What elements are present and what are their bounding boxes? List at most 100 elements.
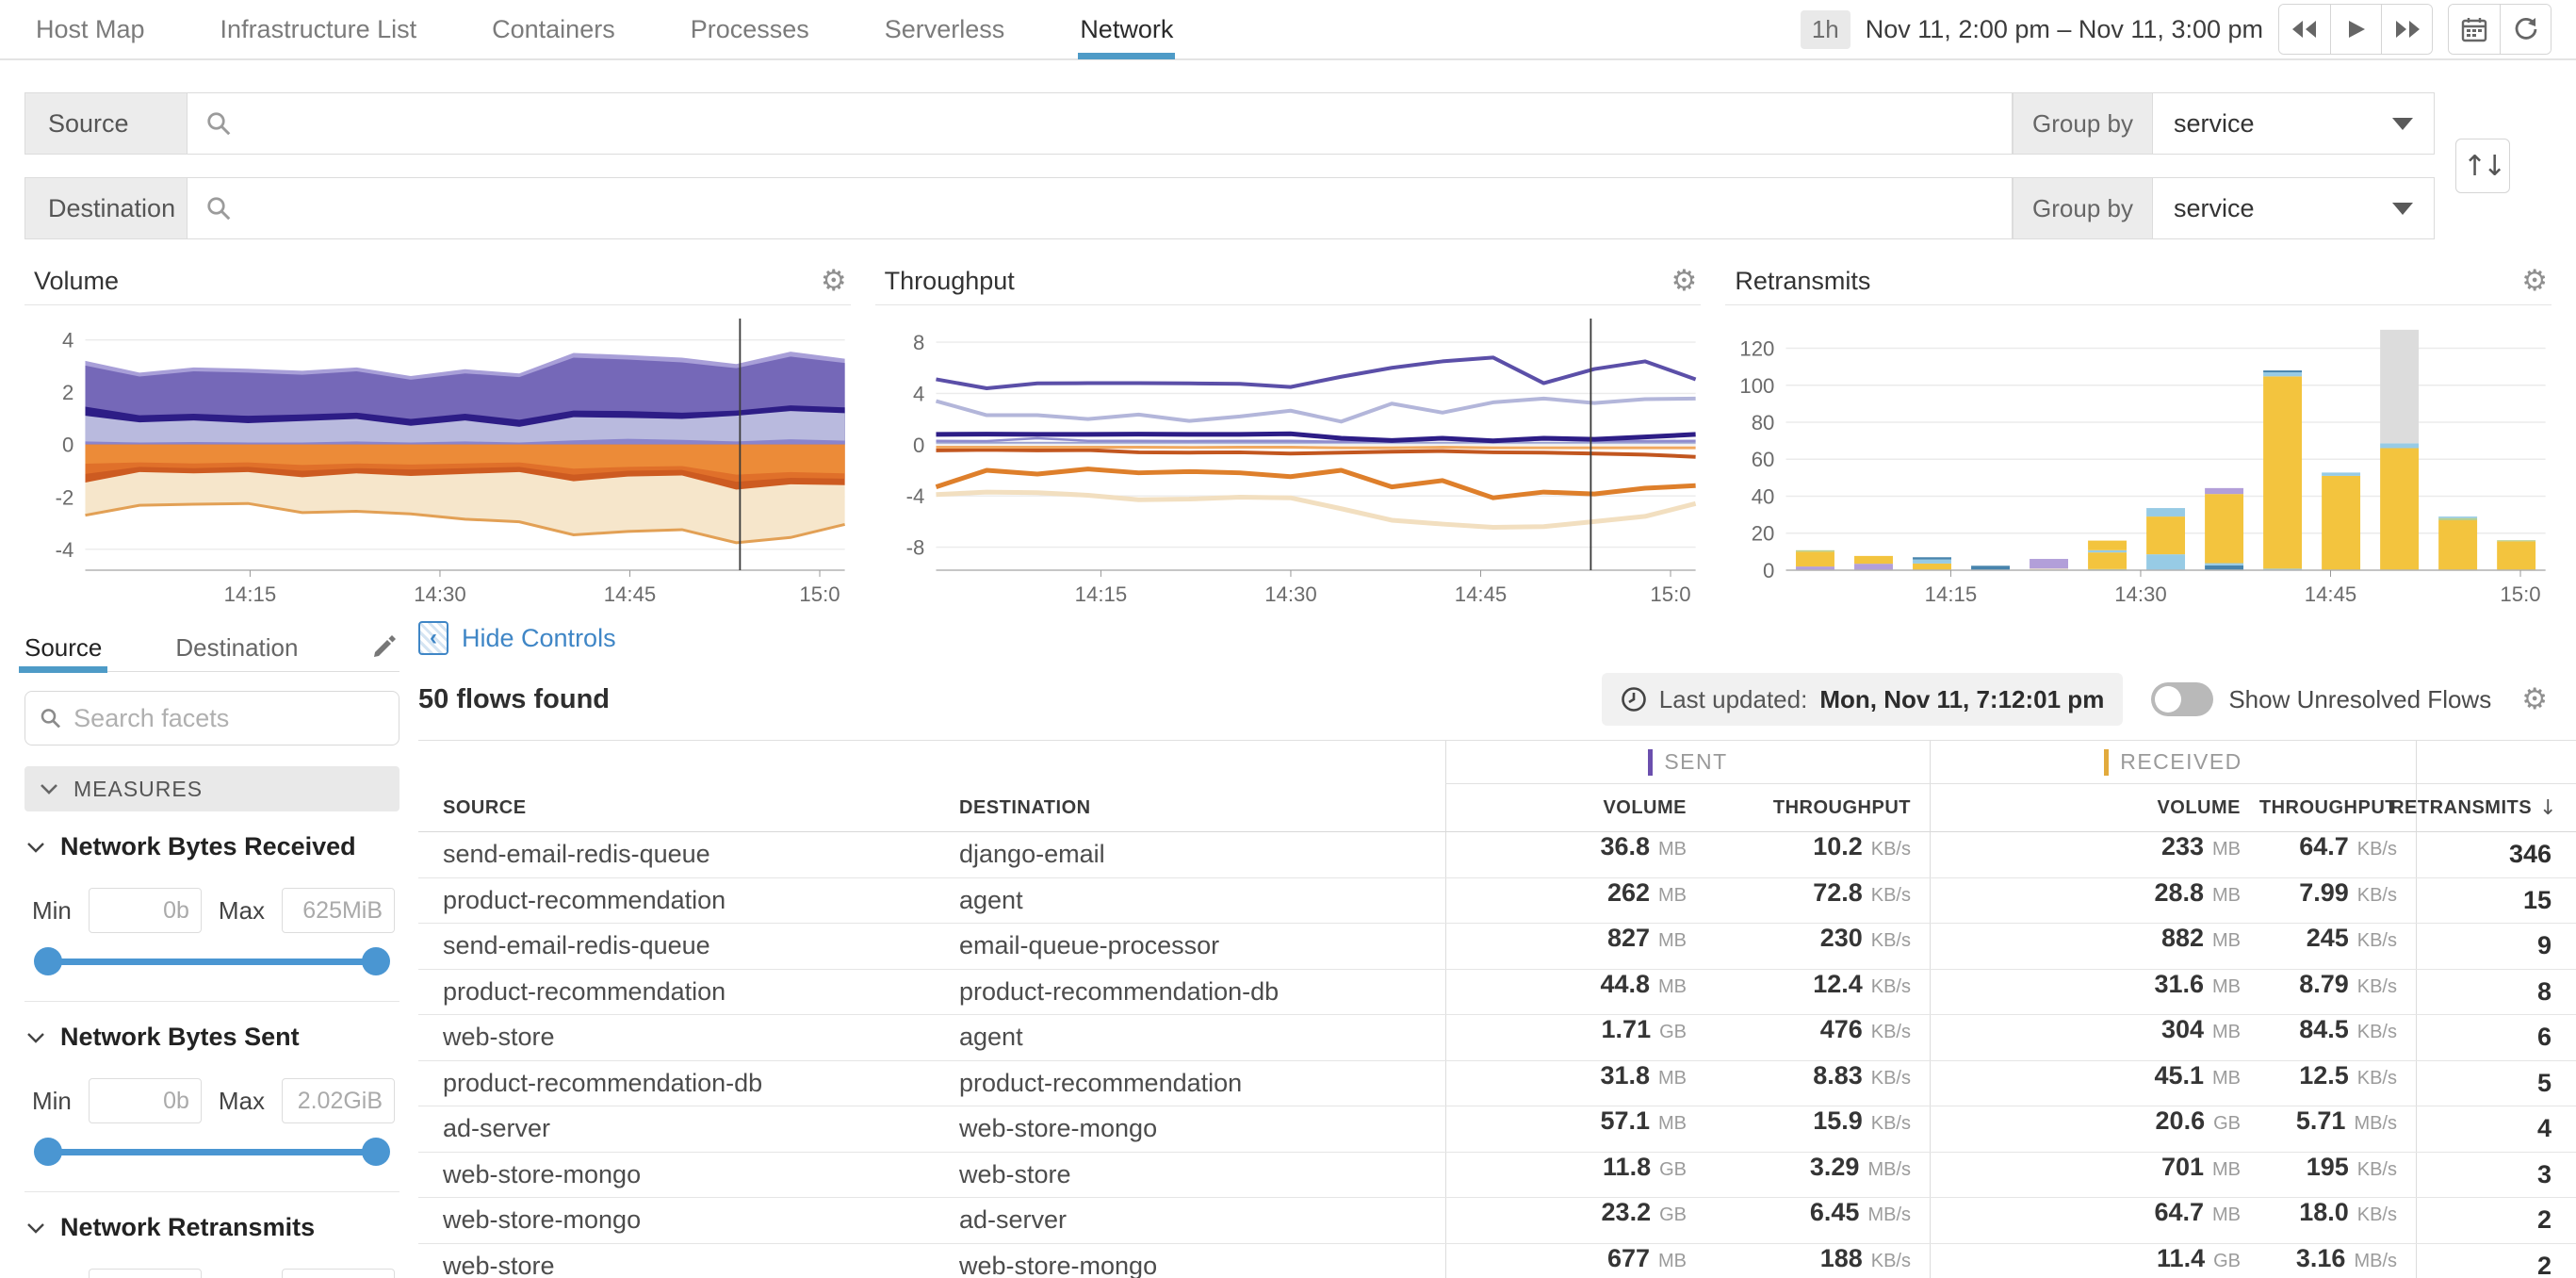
edit-facets-button[interactable] (371, 631, 399, 664)
cell-retransmits: 5 (2416, 1060, 2576, 1106)
cell-received-volume-value: 11.4 (2157, 1243, 2206, 1272)
facet-title-network-bytes-received[interactable]: Network Bytes Received (26, 832, 398, 861)
calendar-button[interactable] (2449, 5, 2500, 54)
cell-source: web-store-mongo (443, 1205, 642, 1234)
retransmits-chart-gear-icon[interactable]: ⚙ (2521, 267, 2548, 296)
throughput-chart-gear-icon[interactable]: ⚙ (1671, 267, 1698, 296)
min-input-network-bytes-sent[interactable] (88, 1078, 202, 1123)
cell-received-throughput-value: 84.5 (2299, 1015, 2349, 1043)
measures-section-header[interactable]: MEASURES (24, 766, 399, 811)
cell-sent-throughput-unit: MB/s (1867, 1204, 1911, 1225)
cell-sent-throughput-unit: KB/s (1870, 1113, 1911, 1134)
tab-network[interactable]: Network (1078, 0, 1176, 59)
source-label: Source (24, 92, 187, 155)
search-icon (41, 709, 60, 729)
cell-received-volume-unit: GB (2213, 1250, 2241, 1271)
slider-handle-max[interactable] (362, 947, 390, 975)
slider-handle-min[interactable] (34, 1138, 62, 1166)
table-row[interactable]: product-recommendation product-recommenda… (418, 969, 2576, 1015)
source-group-by-select[interactable]: service (2152, 92, 2435, 155)
destination-group-by-select[interactable]: service (2152, 177, 2435, 239)
cell-sent-volume: 57.1 MB (1445, 1106, 1705, 1152)
tab-serverless[interactable]: Serverless (885, 0, 1005, 59)
cell-sent-throughput-value: 188 (1819, 1243, 1863, 1272)
facet-minmax: Min Max (26, 1078, 398, 1123)
table-row[interactable]: ad-server web-store-mongo 57.1 MB 15.9 KB/s 20… (418, 1106, 2576, 1153)
max-input-network-bytes-received[interactable] (282, 888, 396, 933)
show-unresolved-toggle[interactable] (2151, 682, 2214, 716)
volume-chart[interactable]: -4 -2 0 2 4 14:15 14:30 14:45 15:0 (24, 313, 851, 610)
table-row[interactable]: web-store web-store-mongo 677 MB 188 KB/s 11.4… (418, 1243, 2576, 1278)
max-input-network-bytes-sent[interactable] (282, 1078, 396, 1123)
column-header-destination[interactable]: DESTINATION (935, 784, 1445, 831)
retransmits-chart-header: Retransmits ⚙ (1725, 258, 2552, 305)
fast-forward-button[interactable] (2381, 5, 2432, 54)
search-icon (207, 197, 231, 221)
rewind-button[interactable] (2279, 5, 2330, 54)
last-updated-pill: Last updated: Mon, Nov 11, 7:12:01 pm (1601, 673, 2124, 726)
retransmits-chart[interactable]: 0 20 40 60 80 100 120 14:15 14:30 14:45 15:0 (1725, 313, 2552, 610)
max-input-network-retransmits[interactable] (282, 1269, 396, 1278)
cell-sent-volume-value: 262 (1606, 877, 1650, 907)
destination-search-input[interactable] (187, 177, 2014, 239)
cell-received-throughput-value: 5.71 (2295, 1106, 2346, 1135)
flows-count: 50 flows found (418, 683, 610, 714)
cell-sent-throughput-value: 12.4 (1813, 969, 1863, 998)
source-query-row: Source Group by service (24, 92, 2435, 155)
table-row[interactable]: product-recommendation-db product-recomme… (418, 1060, 2576, 1106)
cell-sent-volume-value: 44.8 (1600, 969, 1650, 998)
column-header-source[interactable]: SOURCE (418, 784, 935, 831)
play-button[interactable] (2330, 5, 2381, 54)
hide-controls-link[interactable]: ‹ Hide Controls (418, 615, 616, 661)
header-empty-left (418, 741, 1445, 784)
cell-sent-throughput-value: 10.2 (1813, 832, 1863, 860)
time-range-text[interactable]: Nov 11, 2:00 pm – Nov 11, 3:00 pm (1866, 15, 2263, 44)
slider-handle-max[interactable] (362, 1138, 390, 1166)
cell-sent-throughput-value: 15.9 (1813, 1106, 1863, 1135)
cell-received-throughput: 3.16 MB/s (2259, 1244, 2416, 1278)
tab-infrastructure-list[interactable]: Infrastructure List (220, 0, 417, 59)
cell-received-throughput-value: 195 (2306, 1152, 2349, 1181)
slider-handle-min[interactable] (34, 947, 62, 975)
facet-tab-source[interactable]: Source (18, 625, 108, 673)
column-header-sent-volume[interactable]: VOLUME (1445, 784, 1705, 831)
column-header-retransmits[interactable]: RETRANSMITS ↓ (2390, 784, 2576, 831)
table-row[interactable]: web-store-mongo ad-server 23.2 GB 6.45 MB/s 64… (418, 1198, 2576, 1244)
cell-destination: web-store (959, 1159, 1071, 1188)
throughput-chart[interactable]: -8 -4 0 4 8 14:15 14:30 14:45 15:0 (875, 313, 1702, 610)
chevron-down-icon (2392, 117, 2413, 130)
cell-sent-volume-unit: GB (1659, 1022, 1687, 1042)
column-header-sent-throughput[interactable]: THROUGHPUT (1705, 784, 1930, 831)
volume-chart-gear-icon[interactable]: ⚙ (821, 267, 847, 296)
cell-received-volume-unit: MB (2212, 1204, 2241, 1225)
min-input-network-retransmits[interactable] (88, 1269, 202, 1278)
source-search-input[interactable] (187, 92, 2014, 155)
svg-text:4: 4 (913, 382, 924, 405)
refresh-icon (2515, 18, 2536, 40)
facet-title-network-retransmits[interactable]: Network Retransmits (26, 1213, 398, 1242)
cell-sent-volume: 36.8 MB (1445, 832, 1705, 877)
table-row[interactable]: web-store-mongo web-store 11.8 GB 3.29 MB/s 70… (418, 1152, 2576, 1198)
min-input-network-bytes-received[interactable] (88, 888, 202, 933)
table-row[interactable]: product-recommendation agent 262 MB 72.8 KB/s… (418, 877, 2576, 924)
facet-title-network-bytes-sent[interactable]: Network Bytes Sent (26, 1023, 398, 1052)
cell-received-throughput-value: 3.16 (2295, 1243, 2346, 1272)
table-settings-gear-icon[interactable]: ⚙ (2521, 684, 2548, 714)
cell-destination: web-store-mongo (959, 1251, 1158, 1278)
tab-host-map[interactable]: Host Map (36, 0, 145, 59)
table-row[interactable]: web-store agent 1.71 GB 476 KB/s 304 MB 84.5 KB/s… (418, 1015, 2576, 1061)
table-row[interactable]: send-email-redis-queue django-email 36.8 MB… (418, 832, 2576, 878)
swap-source-destination-button[interactable]: ↑↓ (2455, 139, 2510, 193)
cell-destination: agent (959, 1023, 1023, 1051)
refresh-button[interactable] (2500, 5, 2551, 54)
facet-search-input[interactable] (73, 703, 385, 733)
cell-received-volume-value: 304 (2160, 1015, 2204, 1043)
tab-containers[interactable]: Containers (492, 0, 615, 59)
facet-tab-destination[interactable]: Destination (175, 625, 298, 672)
table-row[interactable]: send-email-redis-queue email-queue-proces… (418, 924, 2576, 970)
retransmits-chart-title: Retransmits (1735, 267, 1871, 295)
column-header-received-volume[interactable]: VOLUME (1930, 784, 2259, 831)
time-range-badge[interactable]: 1h (1800, 9, 1850, 49)
cell-received-volume-unit: MB (2212, 884, 2241, 906)
tab-processes[interactable]: Processes (691, 0, 809, 59)
